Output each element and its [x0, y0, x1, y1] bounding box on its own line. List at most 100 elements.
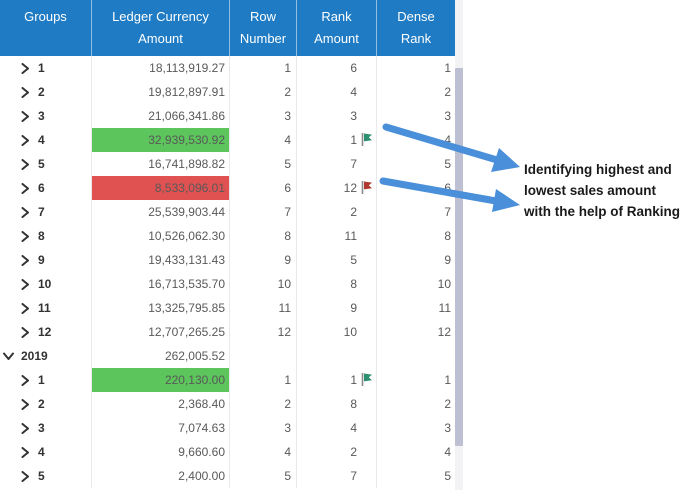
dense-rank-value: 4 — [444, 133, 451, 147]
dense-rank-cell: 1 — [377, 368, 455, 392]
expand-chevron-icon[interactable] — [21, 278, 33, 290]
expand-chevron-icon[interactable] — [21, 134, 33, 146]
rank-amount-cell: 1 — [297, 128, 377, 152]
annotation-line: lowest sales amount — [524, 180, 680, 201]
expand-chevron-icon[interactable] — [21, 62, 33, 74]
expand-chevron-icon[interactable] — [21, 422, 33, 434]
ledger-amount-value: 2,400.00 — [178, 469, 225, 483]
table-row[interactable]: 5 16,741,898.82 5 7 5 — [0, 152, 455, 176]
rank-amount-cell — [297, 344, 377, 368]
table-row[interactable]: 2 2,368.40 2 8 2 — [0, 392, 455, 416]
group-cell: 2019 — [0, 344, 92, 368]
expand-chevron-icon[interactable] — [21, 302, 33, 314]
table-row[interactable]: 1 18,113,919.27 1 6 1 — [0, 56, 455, 80]
dense-rank-cell: 10 — [377, 272, 455, 296]
column-header-ledger-currency-amount[interactable]: Ledger Currency Amount — [92, 0, 230, 56]
row-number-cell: 3 — [230, 416, 297, 440]
row-number-value: 9 — [284, 253, 291, 267]
table-row[interactable]: 3 7,074.63 3 4 3 — [0, 416, 455, 440]
table-row[interactable]: 5 2,400.00 5 7 5 — [0, 464, 455, 488]
dense-rank-cell: 5 — [377, 464, 455, 488]
ledger-amount-cell: 2,368.40 — [92, 392, 230, 416]
rank-amount-value: 8 — [350, 277, 357, 291]
group-label: 8 — [38, 229, 45, 243]
table-row[interactable]: 4 32,939,530.92 4 1 4 — [0, 128, 455, 152]
rank-amount-cell: 2 — [297, 200, 377, 224]
table-row[interactable]: 1 220,130.00 1 1 1 — [0, 368, 455, 392]
rank-flag-icon — [359, 419, 374, 437]
dense-rank-value: 1 — [444, 61, 451, 75]
group-label: 3 — [38, 109, 45, 123]
expand-chevron-icon[interactable] — [21, 398, 33, 410]
expand-chevron-icon[interactable] — [21, 446, 33, 458]
row-number-cell: 2 — [230, 80, 297, 104]
ledger-amount-value: 10,526,062.30 — [148, 229, 225, 243]
rank-amount-cell: 9 — [297, 296, 377, 320]
group-cell: 5 — [0, 152, 92, 176]
ledger-amount-value: 9,660.60 — [178, 445, 225, 459]
table-row[interactable]: 12 12,707,265.25 12 10 12 — [0, 320, 455, 344]
rank-amount-value: 1 — [350, 133, 357, 147]
column-header-label: Dense — [397, 6, 435, 28]
group-label: 4 — [38, 133, 45, 147]
table-row[interactable]: 7 25,539,903.44 7 2 7 — [0, 200, 455, 224]
column-header-label: Ledger Currency — [112, 6, 209, 28]
rank-flag-icon — [359, 131, 374, 149]
expand-chevron-icon[interactable] — [21, 206, 33, 218]
expand-chevron-icon[interactable] — [21, 230, 33, 242]
dense-rank-cell: 2 — [377, 80, 455, 104]
annotation-line: with the help of Ranking — [524, 201, 680, 222]
table-row[interactable]: 2019 262,005.52 — [0, 344, 455, 368]
rank-amount-cell: 8 — [297, 392, 377, 416]
dense-rank-cell: 8 — [377, 224, 455, 248]
row-number-value: 5 — [284, 157, 291, 171]
row-number-value: 12 — [278, 325, 291, 339]
row-number-cell: 11 — [230, 296, 297, 320]
column-header-groups[interactable]: Groups — [0, 0, 92, 56]
dense-rank-cell: 11 — [377, 296, 455, 320]
group-label: 1 — [38, 61, 45, 75]
dense-rank-cell: 6 — [377, 176, 455, 200]
vertical-scrollbar-track[interactable] — [455, 0, 463, 490]
table-row[interactable]: 9 19,433,131.43 9 5 9 — [0, 248, 455, 272]
column-header-row-number[interactable]: Row Number — [230, 0, 297, 56]
expand-chevron-icon[interactable] — [21, 470, 33, 482]
dense-rank-value: 9 — [444, 253, 451, 267]
group-label: 12 — [38, 325, 51, 339]
row-number-value: 1 — [284, 373, 291, 387]
pivot-grid: Groups Ledger Currency Amount Row Number… — [0, 0, 455, 490]
rank-amount-value: 6 — [350, 61, 357, 75]
row-number-value: 2 — [284, 85, 291, 99]
table-row[interactable]: 8 10,526,062.30 8 11 8 — [0, 224, 455, 248]
expand-chevron-icon[interactable] — [21, 110, 33, 122]
expand-chevron-icon[interactable] — [21, 158, 33, 170]
table-row[interactable]: 11 13,325,795.85 11 9 11 — [0, 296, 455, 320]
row-number-cell: 7 — [230, 200, 297, 224]
table-row[interactable]: 4 9,660.60 4 2 4 — [0, 440, 455, 464]
expand-chevron-icon[interactable] — [4, 350, 16, 362]
expand-chevron-icon[interactable] — [21, 86, 33, 98]
group-label: 1 — [38, 373, 45, 387]
rank-amount-value: 7 — [350, 157, 357, 171]
group-cell: 10 — [0, 272, 92, 296]
rank-amount-value: 2 — [350, 205, 357, 219]
ledger-amount-cell: 2,400.00 — [92, 464, 230, 488]
table-row[interactable]: 3 21,066,341.86 3 3 3 — [0, 104, 455, 128]
row-number-value: 8 — [284, 229, 291, 243]
dense-rank-cell: 2 — [377, 392, 455, 416]
group-cell: 2 — [0, 80, 92, 104]
column-header-dense-rank[interactable]: Dense Rank — [377, 0, 455, 56]
expand-chevron-icon[interactable] — [21, 182, 33, 194]
group-label: 11 — [38, 301, 51, 315]
vertical-scrollbar-thumb[interactable] — [455, 68, 463, 446]
column-header-rank-amount[interactable]: Rank Amount — [297, 0, 377, 56]
expand-chevron-icon[interactable] — [21, 254, 33, 266]
table-row[interactable]: 10 16,713,535.70 10 8 10 — [0, 272, 455, 296]
table-row[interactable]: 6 8,533,096.01 6 12 6 — [0, 176, 455, 200]
expand-chevron-icon[interactable] — [21, 374, 33, 386]
table-row[interactable]: 2 19,812,897.91 2 4 2 — [0, 80, 455, 104]
rank-amount-cell: 11 — [297, 224, 377, 248]
expand-chevron-icon[interactable] — [21, 326, 33, 338]
group-cell: 9 — [0, 248, 92, 272]
dense-rank-cell: 3 — [377, 416, 455, 440]
